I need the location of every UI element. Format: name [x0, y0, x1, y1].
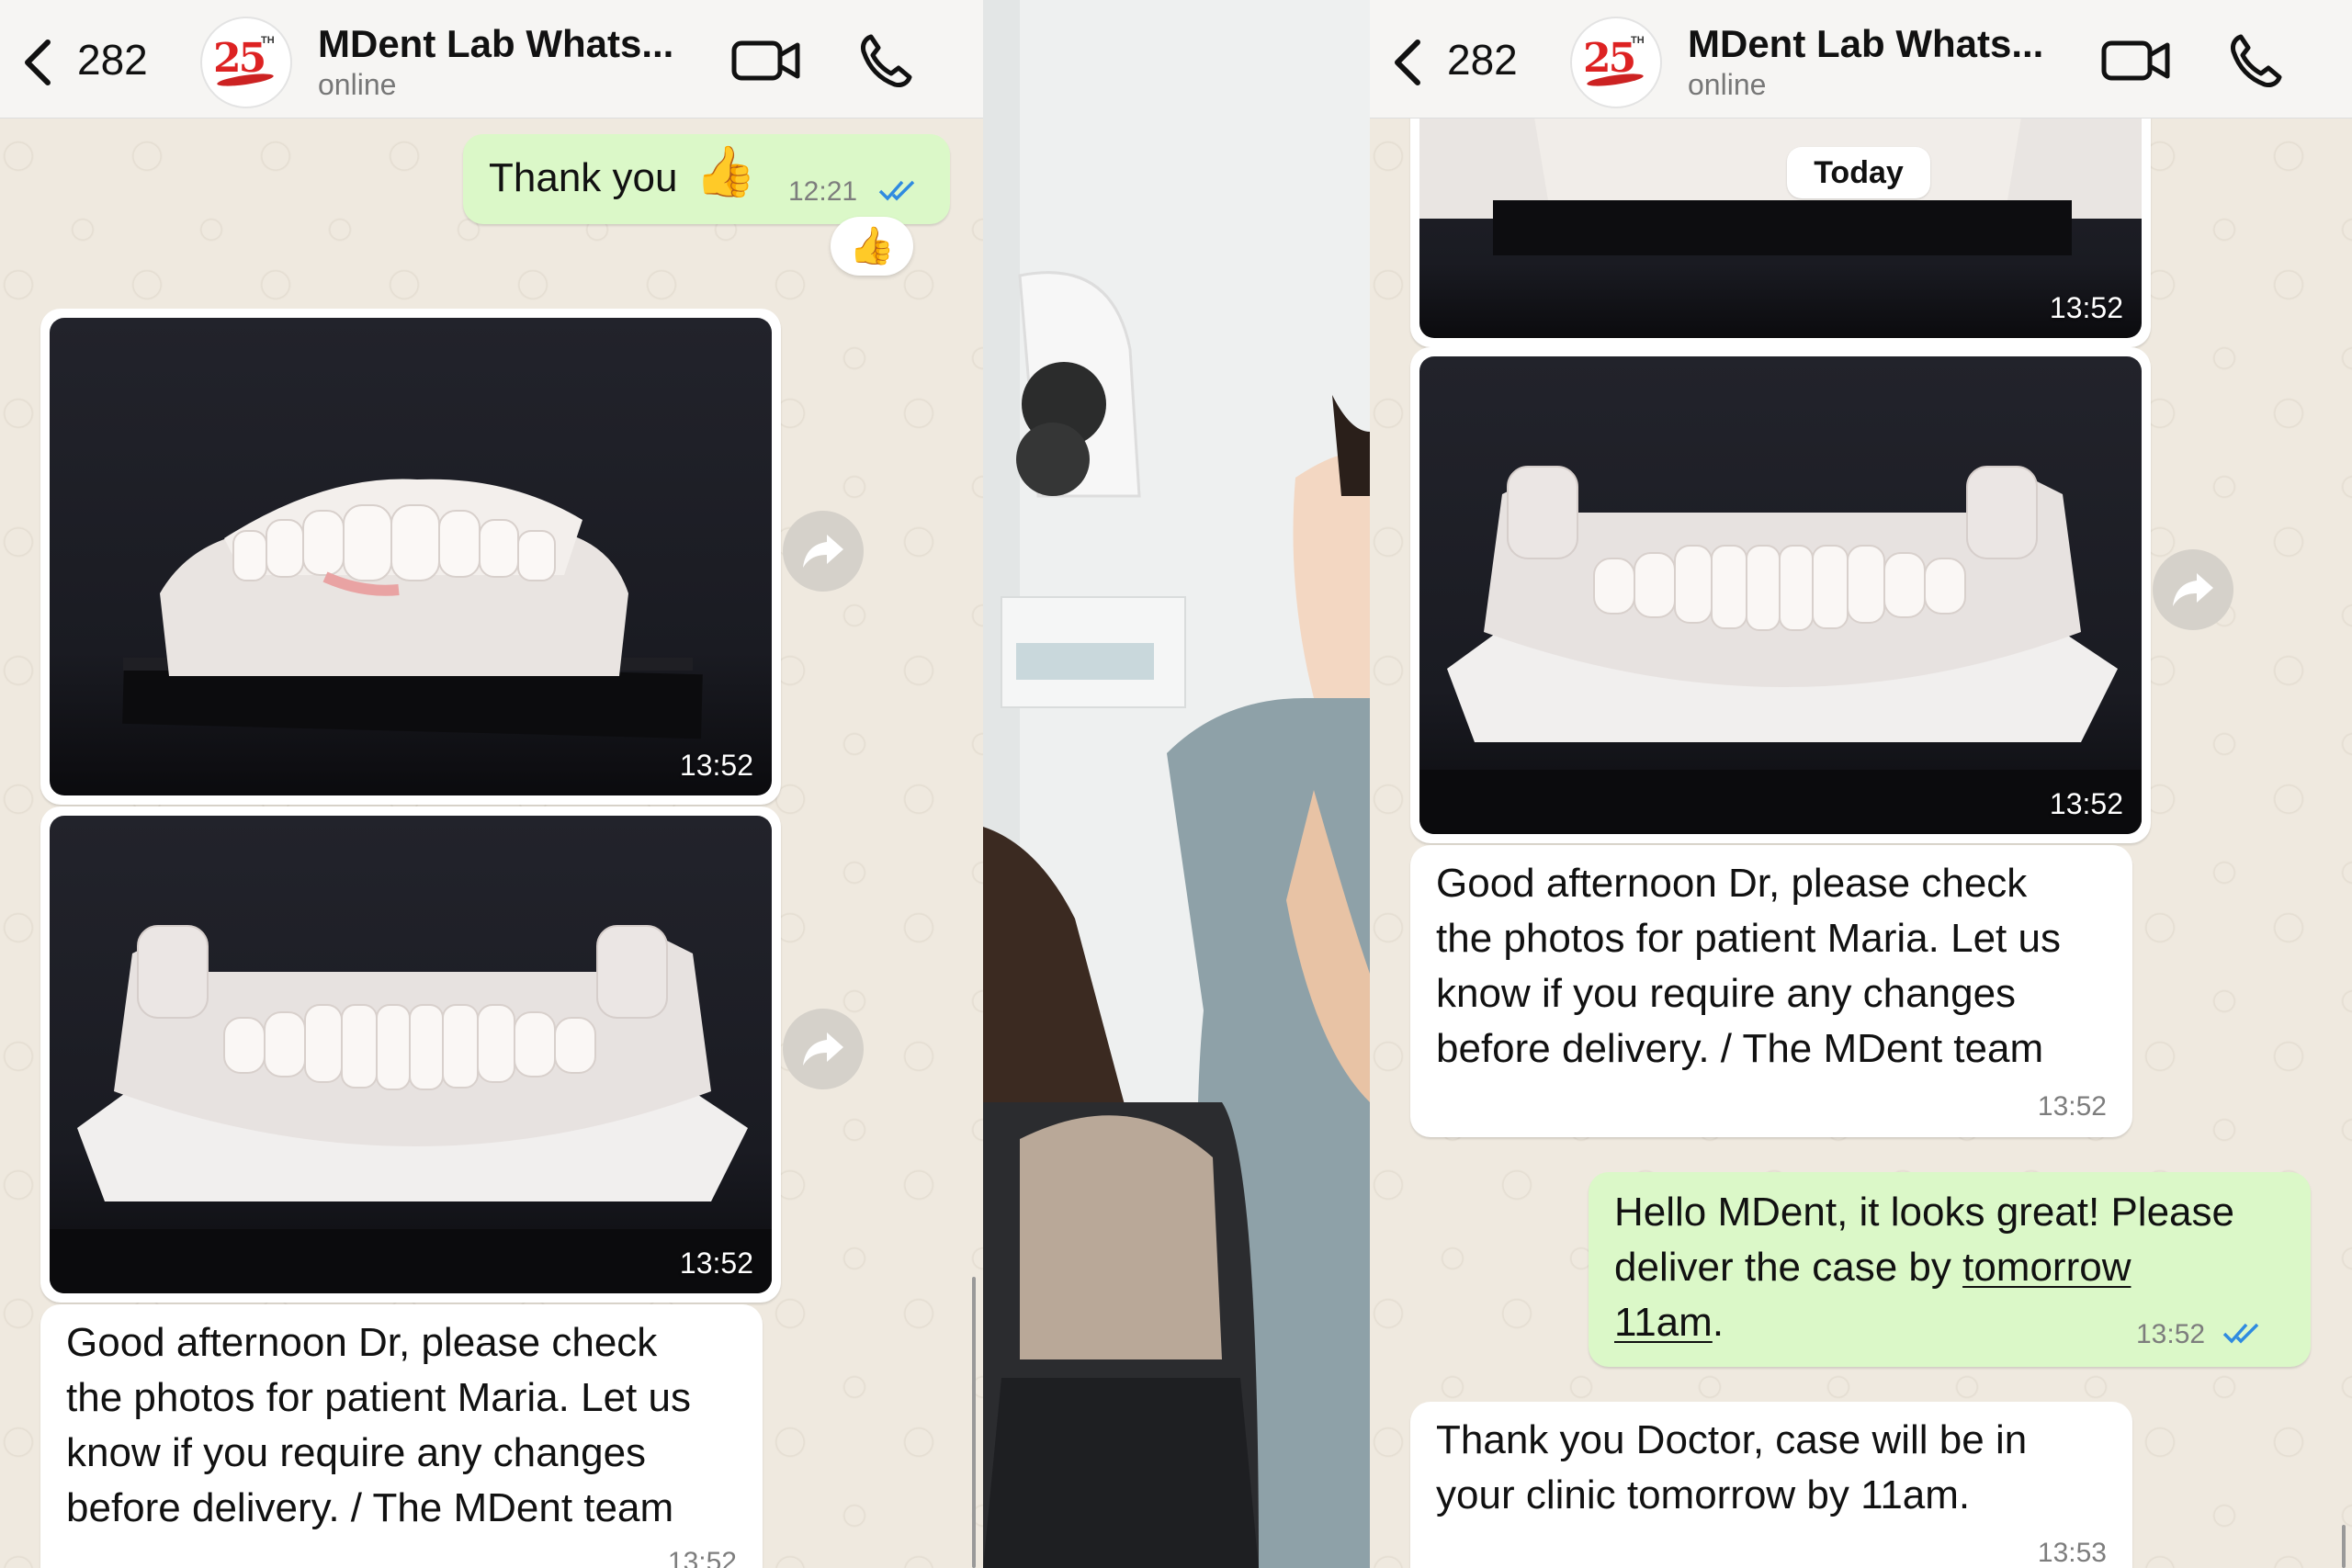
message-bubble-incoming[interactable]: Good afternoon Dr, please check the phot…	[1410, 845, 2132, 1137]
dental-model-image	[50, 925, 772, 1293]
phone-icon[interactable]	[2228, 33, 2283, 88]
forward-icon	[803, 1032, 843, 1066]
dental-model-image	[1419, 90, 2142, 255]
message-text: Good afternoon Dr, please check the phot…	[66, 1315, 691, 1536]
dental-model-image	[122, 479, 703, 739]
dental-model-photo[interactable]: 13:52	[1419, 90, 2142, 338]
message-reaction[interactable]: 👍	[831, 217, 913, 276]
phone-icon[interactable]	[858, 33, 913, 88]
date-link[interactable]: tomorrow	[1962, 1245, 2131, 1290]
message-line: Thank you Doctor, case will be in	[1436, 1417, 2028, 1462]
dental-model-image	[1419, 466, 2142, 834]
message-text: Thank you	[489, 155, 678, 200]
message-time: 13:52	[679, 749, 753, 782]
message-line: before delivery. / The MDent team	[1436, 1026, 2044, 1071]
dental-model-photo[interactable]: 13:52	[50, 816, 772, 1293]
message-time: 13:52	[2049, 787, 2123, 820]
image-message[interactable]: 13:52	[40, 807, 781, 1303]
message-line: know if you require any changes	[1436, 971, 2017, 1016]
message-line: before delivery. / The MDent team	[66, 1485, 674, 1530]
message-time: 12:21	[788, 176, 858, 207]
message-line: Good afternoon Dr, please check	[1436, 861, 2028, 906]
message-text: Thank you Doctor, case will be in your c…	[1436, 1413, 2027, 1523]
message-line: Hello MDent, it looks great! Please	[1614, 1190, 2234, 1235]
avatar-logo-sup: TH	[1631, 35, 1645, 46]
avatar-logo-sup: TH	[261, 35, 275, 46]
message-time: 13:52	[2136, 1319, 2206, 1349]
avatar[interactable]: 25 TH	[1570, 17, 1662, 108]
dental-model-photo[interactable]: 13:52	[50, 318, 772, 795]
back-unread-count[interactable]: 282	[1447, 35, 1518, 85]
image-message[interactable]: 13:52	[1410, 81, 2151, 347]
clinic-scene-image	[983, 0, 1370, 1568]
chat-header: 282 25 TH MDent Lab Whats... online	[1370, 0, 2352, 118]
forward-button[interactable]	[2153, 549, 2233, 630]
double-check-icon	[2222, 1323, 2259, 1344]
forward-button[interactable]	[783, 1009, 864, 1089]
chevron-left-icon[interactable]	[1388, 37, 1425, 88]
message-time: 13:52	[2037, 1091, 2107, 1122]
chat-title[interactable]: MDent Lab Whats...	[318, 22, 673, 66]
message-time: 13:53	[2037, 1538, 2107, 1568]
message-bubble-incoming[interactable]: Good afternoon Dr, please check the phot…	[40, 1304, 763, 1568]
avatar[interactable]: 25 TH	[200, 17, 292, 108]
thumbs-up-emoji: 👍	[695, 144, 757, 199]
time-link[interactable]: 11am	[1614, 1300, 1713, 1345]
message-bubble-incoming[interactable]: Thank you Doctor, case will be in your c…	[1410, 1402, 2132, 1568]
forward-button[interactable]	[783, 511, 864, 592]
message-time: 13:52	[679, 1247, 753, 1280]
dental-model-photo[interactable]: 13:52	[1419, 356, 2142, 834]
message-text-part: .	[1712, 1300, 1724, 1345]
chat-title[interactable]: MDent Lab Whats...	[1688, 22, 2043, 66]
forward-icon	[803, 535, 843, 568]
message-line: your clinic tomorrow by 11am.	[1436, 1472, 1971, 1517]
chat-screen-right: 282 25 TH MDent Lab Whats... online 13:5…	[1370, 0, 2352, 1568]
chevron-left-icon[interactable]	[18, 37, 55, 88]
message-line: know if you require any changes	[66, 1430, 647, 1475]
chat-screen-left: 282 25 TH MDent Lab Whats... online Than…	[0, 0, 983, 1568]
chat-header: 282 25 TH MDent Lab Whats... online	[0, 0, 983, 118]
video-call-icon[interactable]	[731, 39, 801, 83]
message-text: Good afternoon Dr, please check the phot…	[1436, 856, 2061, 1077]
date-separator: Today	[1787, 147, 1930, 198]
chat-status: online	[318, 68, 397, 101]
forward-icon	[2173, 573, 2213, 606]
background-clinic-photo	[983, 0, 1370, 1568]
back-unread-count[interactable]: 282	[77, 35, 148, 85]
scrollbar[interactable]	[972, 1277, 976, 1568]
scrollbar[interactable]	[2342, 1525, 2346, 1568]
message-line: the photos for patient Maria. Let us	[1436, 916, 2061, 961]
message-line: the photos for patient Maria. Let us	[66, 1375, 691, 1420]
image-message[interactable]: 13:52	[40, 309, 781, 805]
message-bubble-outgoing[interactable]: Thank you 👍 12:21	[463, 134, 950, 224]
message-bubble-outgoing[interactable]: Hello MDent, it looks great! Please deli…	[1589, 1172, 2311, 1367]
image-message[interactable]: 13:52	[1410, 347, 2151, 843]
chat-status: online	[1688, 68, 1767, 101]
message-line: deliver the case by tomorrow	[1614, 1240, 2234, 1295]
message-line: Good afternoon Dr, please check	[66, 1320, 658, 1365]
message-time: 13:52	[667, 1547, 737, 1568]
video-call-icon[interactable]	[2101, 39, 2171, 83]
message-time: 13:52	[2049, 291, 2123, 324]
double-check-icon	[878, 180, 915, 201]
message-text-part: deliver the case by	[1614, 1245, 1963, 1290]
